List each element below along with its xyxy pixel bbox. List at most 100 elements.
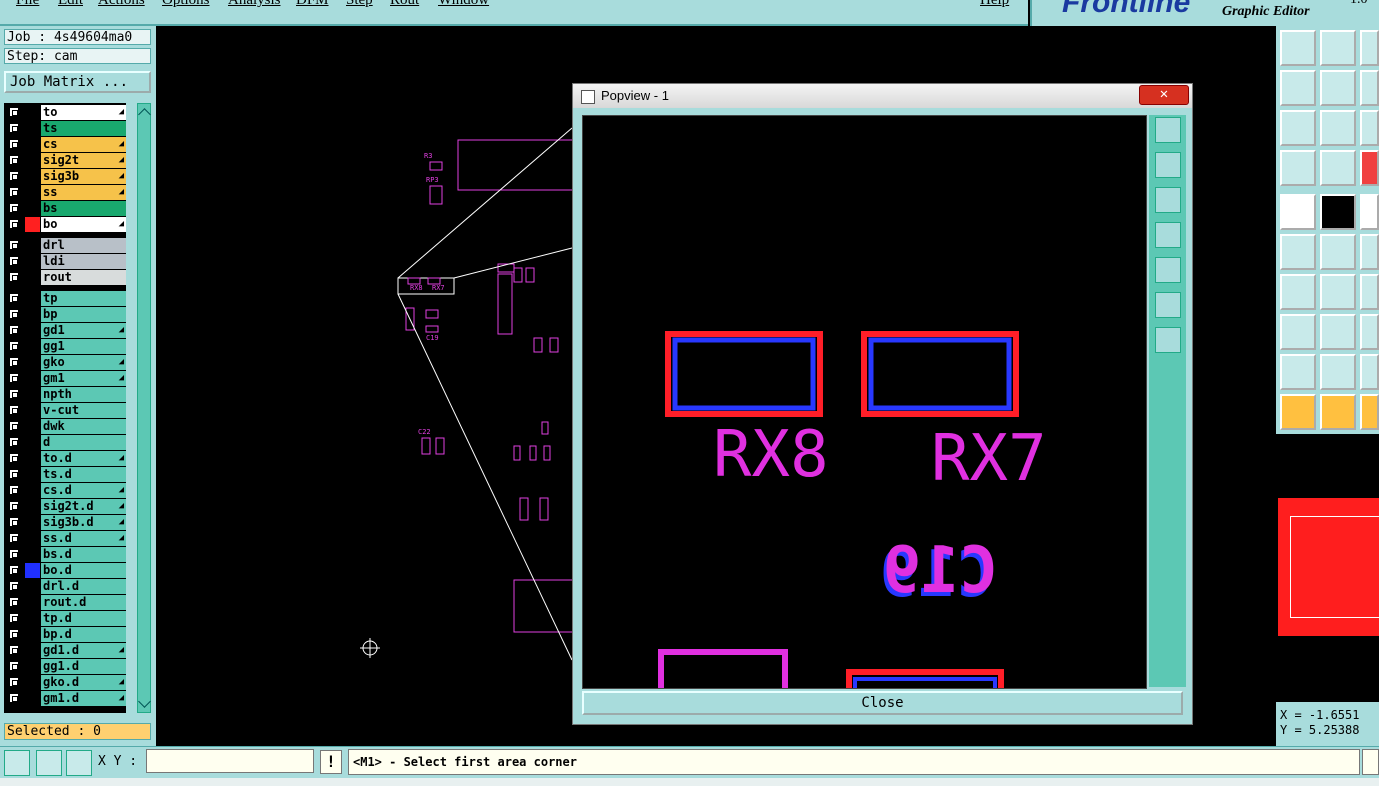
layer-name[interactable]: gd1.d ◢ bbox=[41, 643, 126, 658]
layer-name[interactable]: npth bbox=[41, 387, 126, 402]
layer-name[interactable]: cs.d ◢ bbox=[41, 483, 126, 498]
layer-color-swatch[interactable] bbox=[25, 659, 40, 674]
layer-color-swatch[interactable] bbox=[25, 451, 40, 466]
layer-name[interactable]: tp.d bbox=[41, 611, 126, 626]
layer-name[interactable]: sig3b.d ◢ bbox=[41, 515, 126, 530]
layer-row-gd1[interactable]: gd1 ◢ bbox=[6, 323, 126, 338]
layer-color-swatch[interactable] bbox=[25, 137, 40, 152]
layer-checkbox[interactable] bbox=[9, 677, 19, 687]
layer-name[interactable]: gko ◢ bbox=[41, 355, 126, 370]
layer-checkbox[interactable] bbox=[9, 256, 19, 266]
layer-color-swatch[interactable] bbox=[25, 217, 40, 232]
tool-snap-icon[interactable] bbox=[1360, 150, 1379, 186]
layer-name[interactable]: bp bbox=[41, 307, 126, 322]
layer-row-sig3b[interactable]: sig3b ◢ bbox=[6, 169, 126, 184]
layer-color-swatch[interactable] bbox=[25, 201, 40, 216]
layer-row-bs-d[interactable]: bs.d bbox=[6, 547, 126, 562]
tool-move-icon[interactable] bbox=[1280, 314, 1316, 350]
layer-row-drl-d[interactable]: drl.d bbox=[6, 579, 126, 594]
popview-titlebar[interactable]: Popview - 1 ✕ bbox=[573, 84, 1192, 108]
layer-name[interactable]: to.d ◢ bbox=[41, 451, 126, 466]
scroll-up-icon[interactable] bbox=[138, 108, 151, 121]
layer-checkbox[interactable] bbox=[9, 485, 19, 495]
layer-checkbox[interactable] bbox=[9, 240, 19, 250]
layer-name[interactable]: gg1.d bbox=[41, 659, 126, 674]
menu-edit[interactable]: Edit bbox=[58, 0, 83, 9]
layer-name[interactable]: sig2t ◢ bbox=[41, 153, 126, 168]
layer-name[interactable]: d bbox=[41, 435, 126, 450]
tool-triangle-icon[interactable] bbox=[1280, 354, 1316, 390]
grid-mode-icon[interactable] bbox=[66, 750, 92, 776]
close-icon[interactable]: ✕ bbox=[1139, 85, 1189, 105]
layer-checkbox[interactable] bbox=[9, 171, 19, 181]
layer-checkbox[interactable] bbox=[9, 517, 19, 527]
menu-actions[interactable]: Actions bbox=[98, 0, 145, 9]
layer-name[interactable]: gko.d ◢ bbox=[41, 675, 126, 690]
layer-checkbox[interactable] bbox=[9, 187, 19, 197]
exclamation-button[interactable]: ! bbox=[320, 750, 342, 774]
layer-row-npth[interactable]: npth bbox=[6, 387, 126, 402]
popview-zoom-view[interactable]: RX8 RX7 C19 C19 bbox=[583, 116, 1146, 688]
layer-row-gm1-d[interactable]: gm1.d ◢ bbox=[6, 691, 126, 706]
layer-checkbox[interactable] bbox=[9, 389, 19, 399]
layer-checkbox[interactable] bbox=[9, 405, 19, 415]
zoom-in-icon[interactable] bbox=[1155, 327, 1181, 353]
layer-name[interactable]: ss ◢ bbox=[41, 185, 126, 200]
layer-checkbox[interactable] bbox=[9, 629, 19, 639]
angle-mode-icon[interactable] bbox=[36, 750, 62, 776]
tool-align-icon[interactable] bbox=[1360, 314, 1379, 350]
layer-color-swatch[interactable] bbox=[25, 691, 40, 706]
layer-checkbox[interactable] bbox=[9, 341, 19, 351]
snap-mode-icon[interactable] bbox=[4, 750, 30, 776]
tool-connect-icon[interactable] bbox=[1360, 234, 1379, 270]
zoom-fit-icon[interactable] bbox=[1155, 292, 1181, 318]
layer-name[interactable]: ts bbox=[41, 121, 126, 136]
layer-row-tp-d[interactable]: tp.d bbox=[6, 611, 126, 626]
tool-back-icon[interactable] bbox=[1360, 70, 1379, 106]
layer-row-bp[interactable]: bp bbox=[6, 307, 126, 322]
layer-row-tp[interactable]: tp bbox=[6, 291, 126, 306]
pan-down-icon[interactable] bbox=[1155, 187, 1181, 213]
tool-select-icon[interactable] bbox=[1280, 194, 1316, 230]
tool-down-icon[interactable] bbox=[1320, 30, 1356, 66]
tool-nodes-icon[interactable] bbox=[1280, 234, 1316, 270]
tool-grid-icon[interactable] bbox=[1320, 150, 1356, 186]
layer-color-swatch[interactable] bbox=[25, 419, 40, 434]
tool-right-icon[interactable] bbox=[1320, 70, 1356, 106]
tool-line-icon[interactable] bbox=[1320, 194, 1356, 230]
layer-row-ts-d[interactable]: ts.d bbox=[6, 467, 126, 482]
layer-checkbox[interactable] bbox=[9, 437, 19, 447]
tool-ruler-icon[interactable] bbox=[1360, 194, 1379, 230]
layer-color-swatch[interactable] bbox=[25, 467, 40, 482]
layer-checkbox[interactable] bbox=[9, 581, 19, 591]
layer-color-swatch[interactable] bbox=[25, 323, 40, 338]
layer-checkbox[interactable] bbox=[9, 272, 19, 282]
tool-pointer-box-icon[interactable] bbox=[1320, 394, 1356, 430]
layer-color-swatch[interactable] bbox=[25, 675, 40, 690]
layer-color-swatch[interactable] bbox=[25, 291, 40, 306]
layer-row-bo[interactable]: bo ◢ bbox=[6, 217, 126, 232]
layer-checkbox[interactable] bbox=[9, 123, 19, 133]
layer-checkbox[interactable] bbox=[9, 613, 19, 623]
layer-color-swatch[interactable] bbox=[25, 403, 40, 418]
layer-name[interactable]: sig3b ◢ bbox=[41, 169, 126, 184]
tool-pointer-icon[interactable] bbox=[1280, 394, 1316, 430]
layer-row-bp-d[interactable]: bp.d bbox=[6, 627, 126, 642]
tool-settings-icon[interactable] bbox=[1280, 150, 1316, 186]
layer-row-dwk[interactable]: dwk bbox=[6, 419, 126, 434]
layer-checkbox[interactable] bbox=[9, 661, 19, 671]
layer-color-swatch[interactable] bbox=[25, 371, 40, 386]
layer-row-ldi[interactable]: ldi bbox=[6, 254, 126, 269]
layer-scrollbar[interactable] bbox=[137, 103, 151, 713]
overview-panel[interactable] bbox=[1276, 434, 1379, 702]
layer-checkbox[interactable] bbox=[9, 533, 19, 543]
layer-color-swatch[interactable] bbox=[25, 499, 40, 514]
layer-color-swatch[interactable] bbox=[25, 355, 40, 370]
layer-color-swatch[interactable] bbox=[25, 643, 40, 658]
overview-viewport[interactable] bbox=[1290, 516, 1379, 618]
tool-pointer-shape-icon[interactable] bbox=[1360, 394, 1379, 430]
layer-name[interactable]: dwk bbox=[41, 419, 126, 434]
tool-up-icon[interactable] bbox=[1280, 30, 1316, 66]
layer-checkbox[interactable] bbox=[9, 501, 19, 511]
tool-left-icon[interactable] bbox=[1280, 70, 1316, 106]
